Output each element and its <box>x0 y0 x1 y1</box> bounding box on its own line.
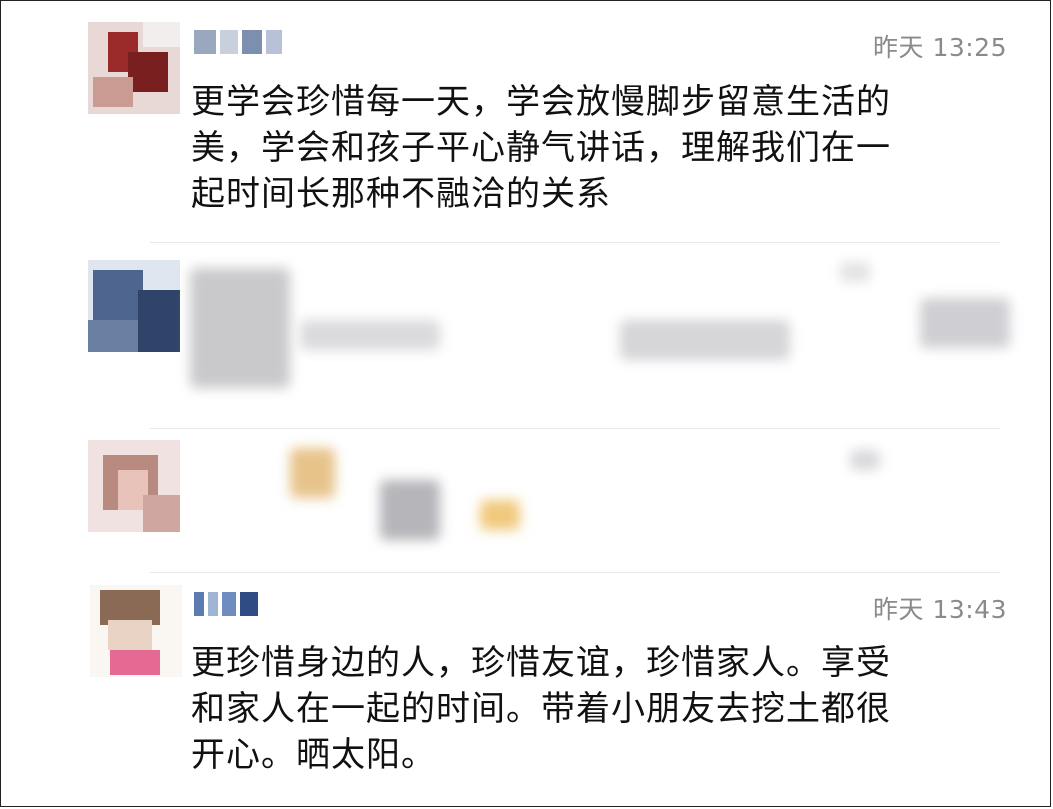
username-blurred[interactable] <box>194 30 282 54</box>
blurred-content <box>300 320 440 350</box>
blurred-content <box>620 320 790 360</box>
timestamp: 昨天 13:43 <box>873 595 1007 624</box>
avatar[interactable] <box>88 440 180 532</box>
avatar[interactable] <box>88 22 180 114</box>
comment-line: 和家人在一起的时间。带着小朋友去挖土都很 <box>191 689 891 729</box>
avatar[interactable] <box>90 585 182 677</box>
comment-line: 起时间长那种不融洽的关系 <box>191 174 611 214</box>
avatar[interactable] <box>88 260 180 352</box>
divider <box>150 428 1000 429</box>
username-blurred[interactable] <box>194 592 258 616</box>
timestamp: 昨天 13:25 <box>873 33 1007 62</box>
blurred-content <box>840 262 870 282</box>
comment-text: 更珍惜身边的人，珍惜友谊，珍惜家人。享受 和家人在一起的时间。带着小朋友去挖土都… <box>191 640 1011 778</box>
comment-text: 更学会珍惜每一天，学会放慢脚步留意生活的 美，学会和孩子平心静气讲话，理解我们在… <box>191 79 1011 217</box>
divider <box>150 242 1000 243</box>
comment-line: 开心。晒太阳。 <box>191 735 436 775</box>
comment-line: 美，学会和孩子平心静气讲话，理解我们在一 <box>191 128 891 168</box>
blurred-content <box>290 448 335 498</box>
comment-line: 更珍惜身边的人，珍惜友谊，珍惜家人。享受 <box>191 643 891 683</box>
blurred-content <box>850 450 880 470</box>
blurred-content <box>190 268 290 388</box>
divider <box>150 572 1000 573</box>
blurred-content <box>380 480 440 540</box>
blurred-content <box>480 500 520 530</box>
comment-line: 更学会珍惜每一天，学会放慢脚步留意生活的 <box>191 82 891 122</box>
blurred-content <box>920 298 1010 348</box>
